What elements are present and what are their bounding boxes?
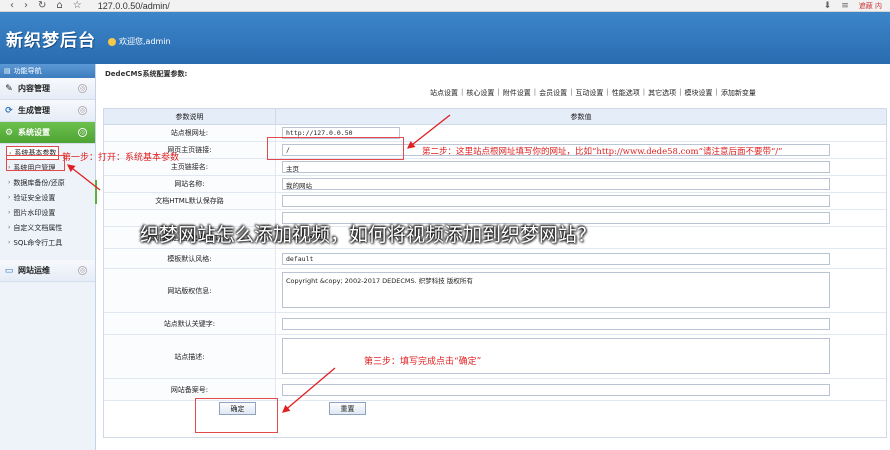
annotation-box-ok: [195, 398, 278, 433]
expand-icon[interactable]: ◎: [78, 84, 87, 93]
tab-other[interactable]: 其它选项: [645, 88, 679, 98]
sidebar-group-generate[interactable]: ⟳ 生成管理 ◎: [0, 100, 95, 122]
row-label: 网站备案号:: [104, 379, 276, 400]
copyright-textarea[interactable]: Copyright &copy; 2002-2017 DEDECMS. 织梦科技…: [282, 272, 830, 308]
form-row: 主页链接名: 主页: [104, 159, 886, 176]
row-label: 模板默认风格:: [104, 249, 276, 268]
sidebar-item-label: SQL命令行工具: [13, 238, 63, 247]
sidebar-group-content[interactable]: ✎ 内容管理 ◎: [0, 78, 95, 100]
row-label: 站点默认关键字:: [104, 313, 276, 334]
sidebar-group-label: 生成管理: [18, 106, 50, 115]
form-row: 站点根网址: http://127.0.0.50: [104, 125, 886, 142]
gear-icon: ⚙: [4, 127, 14, 138]
bullet-icon: ›: [8, 239, 11, 246]
annotation-step3: 第三步：填写完成点击“确定”: [364, 357, 482, 367]
keywords-input[interactable]: [282, 318, 830, 330]
sidebar-item-doc-attr[interactable]: › 自定义文档属性: [0, 220, 95, 235]
admin-header: 新织梦后台 欢迎您,admin: [0, 12, 890, 64]
main-content: DedeCMS系统配置参数: 站点设置 | 核心设置 | 附件设置 | 会员设置 | 互…: [97, 64, 890, 450]
browser-toolbar: ‹ › ↻ ⌂ ☆ 127.0.0.50/admin/ ⬇ ≡ 遮蔽 内: [0, 0, 890, 12]
form-row: 模板默认风格: default: [104, 249, 886, 269]
nav-icon: ▤: [4, 67, 11, 75]
expand-icon[interactable]: ◎: [78, 106, 87, 115]
sidebar-item-backup[interactable]: › 数据库备份/还原: [0, 175, 95, 190]
collapse-icon[interactable]: ◎: [78, 128, 87, 137]
template-style-input[interactable]: default: [282, 253, 830, 265]
form-row: 网站名称: 我的网站: [104, 176, 886, 193]
sidebar-group-label: 网站运维: [18, 266, 50, 275]
sidebar-group-label: 内容管理: [18, 84, 50, 93]
icp-number-input[interactable]: [282, 384, 830, 396]
tab-performance[interactable]: 性能选项: [609, 88, 643, 98]
refresh-icon: ⟳: [5, 105, 13, 116]
sidebar-group-ops[interactable]: ▭ 网站运维 ◎: [0, 260, 95, 282]
tab-member[interactable]: 会员设置: [536, 88, 570, 98]
reset-button[interactable]: 重置: [329, 402, 366, 415]
homepage-name-input[interactable]: 主页: [282, 161, 830, 173]
welcome-text: 欢迎您,admin: [108, 36, 171, 47]
form-row: 站点描述:: [104, 335, 886, 379]
config-form: 参数说明 参数值 站点根网址: http://127.0.0.50 网页主页链接…: [103, 108, 887, 438]
tab-interact[interactable]: 互动设置: [572, 88, 606, 98]
sidebar-item-label: 数据库备份/还原: [13, 178, 65, 187]
bullet-icon: ›: [8, 209, 11, 216]
expand-icon[interactable]: ◎: [78, 266, 87, 275]
menu-icon[interactable]: ≡: [841, 1, 849, 11]
sidebar-item-label: 图片水印设置: [13, 208, 56, 217]
sidebar-item-security[interactable]: › 验证安全设置: [0, 190, 95, 205]
address-bar[interactable]: 127.0.0.50/admin/: [98, 1, 170, 11]
reload-icon[interactable]: ↻: [38, 0, 46, 12]
sidebar-item-label: 验证安全设置: [13, 193, 56, 202]
sidebar-group-system[interactable]: ⚙ 系统设置 ◎: [0, 122, 95, 144]
form-row: 文档HTML默认保存路: [104, 193, 886, 210]
column-header-value: 参数值: [276, 109, 886, 125]
tab-add-variable[interactable]: 添加新变量: [718, 88, 759, 98]
monitor-icon: ▭: [4, 265, 14, 276]
welcome-label: 欢迎您,admin: [119, 37, 171, 46]
star-icon[interactable]: ☆: [73, 0, 82, 12]
tab-module[interactable]: 模块设置: [682, 88, 716, 98]
row-label: 网站版权信息:: [104, 269, 276, 312]
form-row: 网站版权信息: Copyright &copy; 2002-2017 DEDEC…: [104, 269, 886, 313]
row-label: 网站名称:: [104, 176, 276, 192]
annotation-box-sidebar: [6, 155, 65, 171]
annotation-step1: 第一步：打开：系统基本参数: [62, 153, 180, 163]
settings-tabs: 站点设置 | 核心设置 | 附件设置 | 会员设置 | 互动设置 | 性能选项 | 其它选项…: [427, 88, 759, 98]
download-icon[interactable]: ⬇: [824, 1, 832, 11]
tab-site[interactable]: 站点设置: [427, 88, 461, 98]
site-name-input[interactable]: 我的网站: [282, 178, 830, 190]
bullet-icon: ›: [8, 224, 11, 231]
row-label: 站点根网址:: [104, 125, 276, 141]
column-header-desc: 参数说明: [104, 109, 276, 125]
form-row: 站点默认关键字:: [104, 313, 886, 335]
video-caption: 织梦网站怎么添加视频，如何将视频添加到织梦网站？: [140, 224, 597, 246]
user-icon: [108, 37, 116, 46]
sidebar-group-label: 系统设置: [18, 128, 50, 137]
sidebar: ▤ 功能导航 ✎ 内容管理 ◎ ⟳ 生成管理 ◎ ⚙ 系统设置 ◎ › 系统基本…: [0, 64, 96, 450]
tab-core[interactable]: 核心设置: [463, 88, 497, 98]
sidebar-item-sql[interactable]: › SQL命令行工具: [0, 235, 95, 250]
page-title: DedeCMS系统配置参数:: [105, 70, 188, 78]
logo: 新织梦后台: [6, 31, 96, 51]
annotation-box-url: [267, 137, 404, 160]
home-icon[interactable]: ⌂: [56, 0, 62, 12]
sidebar-head: ▤ 功能导航: [0, 64, 95, 78]
row-label: 站点描述:: [104, 335, 276, 378]
html-path-input[interactable]: [282, 195, 830, 207]
pencil-icon: ✎: [5, 83, 13, 94]
bullet-icon: ›: [8, 194, 11, 201]
tab-attachment[interactable]: 附件设置: [500, 88, 534, 98]
sidebar-item-label: 自定义文档属性: [13, 223, 63, 232]
annotation-step2: 第二步：这里站点根网址填写你的网址，比如“http://www.dede58.c…: [422, 147, 783, 157]
bullet-icon: ›: [8, 179, 11, 186]
sidebar-head-label: 功能导航: [13, 67, 42, 75]
extension-label[interactable]: 遮蔽 内: [859, 1, 882, 11]
back-icon[interactable]: ‹: [10, 0, 14, 12]
forward-icon[interactable]: ›: [24, 0, 28, 12]
sidebar-item-watermark[interactable]: › 图片水印设置: [0, 205, 95, 220]
row-label: 文档HTML默认保存路: [104, 193, 276, 209]
